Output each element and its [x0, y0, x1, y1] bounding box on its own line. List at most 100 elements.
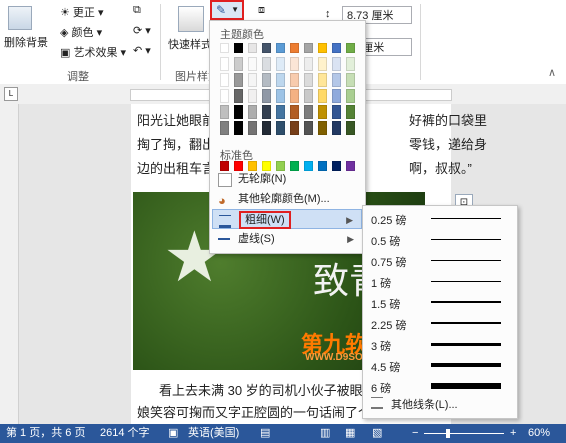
- color-swatch[interactable]: [276, 89, 285, 103]
- color-swatch[interactable]: [262, 43, 271, 53]
- color-swatch[interactable]: [248, 105, 257, 119]
- weight-option[interactable]: 0.5 磅: [363, 229, 517, 250]
- color-swatch[interactable]: [248, 89, 257, 103]
- web-layout-icon[interactable]: ▧: [372, 424, 382, 443]
- weight-option[interactable]: 3 磅: [363, 334, 517, 355]
- color-swatch[interactable]: [346, 43, 355, 53]
- change-picture-icon[interactable]: ⟳ ▾: [133, 24, 151, 37]
- color-swatch[interactable]: [290, 57, 299, 71]
- color-swatch[interactable]: [220, 43, 229, 53]
- weight-option[interactable]: 1.5 磅: [363, 292, 517, 313]
- zoom-in-button[interactable]: +: [510, 424, 516, 443]
- color-swatch[interactable]: [220, 73, 229, 87]
- zoom-level[interactable]: 60%: [528, 424, 550, 443]
- color-swatch[interactable]: [318, 73, 327, 87]
- color-swatch[interactable]: [318, 121, 327, 135]
- color-swatch[interactable]: [304, 57, 313, 71]
- color-swatch[interactable]: [234, 43, 243, 53]
- color-swatch[interactable]: [262, 57, 271, 71]
- weight-option[interactable]: 2.25 磅: [363, 313, 517, 334]
- artistic-effects-button[interactable]: ▣ 艺术效果 ▾: [60, 44, 126, 60]
- color-swatch[interactable]: [276, 57, 285, 71]
- color-swatch[interactable]: [346, 57, 355, 71]
- compress-pictures-icon[interactable]: ⧉: [133, 4, 141, 17]
- remove-background-button[interactable]: 删除背景: [4, 34, 48, 50]
- picture-border-button[interactable]: ✎ ▼: [210, 0, 244, 20]
- color-swatch[interactable]: [332, 105, 341, 119]
- theme-color-grid[interactable]: [220, 43, 360, 143]
- color-swatch[interactable]: [318, 43, 327, 53]
- color-swatch[interactable]: [276, 43, 285, 53]
- color-swatch[interactable]: [290, 105, 299, 119]
- vertical-ruler[interactable]: [0, 104, 19, 424]
- color-swatch[interactable]: [220, 57, 229, 71]
- color-swatch[interactable]: [332, 43, 341, 53]
- weight-option[interactable]: 4.5 磅: [363, 355, 517, 376]
- weight-option[interactable]: 1 磅: [363, 271, 517, 292]
- more-outline-colors-item[interactable]: ◕ 其他轮廓颜色(M)...: [212, 189, 362, 209]
- color-swatch[interactable]: [220, 89, 229, 103]
- color-swatch[interactable]: [346, 89, 355, 103]
- color-swatch[interactable]: [248, 121, 257, 135]
- dashes-item[interactable]: 虚线(S) ▶: [212, 229, 362, 249]
- color-swatch[interactable]: [262, 89, 271, 103]
- color-swatch[interactable]: [304, 89, 313, 103]
- color-swatch[interactable]: [220, 105, 229, 119]
- color-swatch[interactable]: [332, 57, 341, 71]
- color-swatch[interactable]: [234, 57, 243, 71]
- color-swatch[interactable]: [248, 73, 257, 87]
- color-swatch[interactable]: [276, 121, 285, 135]
- weight-option[interactable]: 0.75 磅: [363, 250, 517, 271]
- quick-styles-button[interactable]: 快速样式: [168, 36, 212, 52]
- position-icon[interactable]: ⧈: [258, 4, 265, 17]
- collapse-ribbon-icon[interactable]: ∧: [548, 66, 556, 79]
- color-swatch[interactable]: [220, 121, 229, 135]
- color-swatch[interactable]: [262, 105, 271, 119]
- zoom-out-button[interactable]: −: [412, 424, 418, 443]
- color-swatch[interactable]: [290, 43, 299, 53]
- proofing-icon[interactable]: ▣: [168, 424, 178, 443]
- color-swatch[interactable]: [290, 73, 299, 87]
- color-swatch[interactable]: [318, 57, 327, 71]
- color-swatch[interactable]: [318, 89, 327, 103]
- color-swatch[interactable]: [290, 89, 299, 103]
- color-swatch[interactable]: [290, 121, 299, 135]
- word-count[interactable]: 2614 个字: [100, 424, 150, 443]
- color-swatch[interactable]: [346, 73, 355, 87]
- color-swatch[interactable]: [248, 43, 257, 53]
- print-layout-icon[interactable]: ▦: [345, 424, 355, 443]
- color-swatch[interactable]: [332, 89, 341, 103]
- color-swatch[interactable]: [304, 105, 313, 119]
- color-swatch[interactable]: [332, 121, 341, 135]
- color-swatch[interactable]: [304, 43, 313, 53]
- color-swatch[interactable]: [276, 73, 285, 87]
- color-button[interactable]: ◈ 颜色 ▾: [60, 24, 102, 40]
- weight-option[interactable]: 6 磅: [363, 376, 517, 397]
- color-swatch[interactable]: [234, 89, 243, 103]
- color-swatch[interactable]: [304, 73, 313, 87]
- weight-item[interactable]: 粗细(W) ▶: [212, 209, 362, 229]
- tab-selector-icon[interactable]: L: [4, 87, 18, 101]
- weight-option[interactable]: 0.25 磅: [363, 208, 517, 229]
- color-swatch[interactable]: [262, 121, 271, 135]
- color-swatch[interactable]: [234, 105, 243, 119]
- color-swatch[interactable]: [276, 105, 285, 119]
- reset-picture-icon[interactable]: ↶ ▾: [133, 44, 151, 57]
- language-indicator[interactable]: 英语(美国): [188, 424, 239, 443]
- color-swatch[interactable]: [248, 57, 257, 71]
- color-swatch[interactable]: [346, 121, 355, 135]
- macro-icon[interactable]: ▤: [260, 424, 270, 443]
- zoom-slider-thumb[interactable]: [446, 429, 450, 438]
- quick-styles-icon[interactable]: [178, 6, 204, 32]
- color-swatch[interactable]: [234, 121, 243, 135]
- color-swatch[interactable]: [346, 105, 355, 119]
- zoom-slider[interactable]: [424, 433, 504, 434]
- color-swatch[interactable]: [262, 73, 271, 87]
- remove-background-icon[interactable]: [8, 6, 32, 30]
- page-count[interactable]: 第 1 页，共 6 页: [6, 424, 85, 443]
- read-mode-icon[interactable]: ▥: [320, 424, 330, 443]
- corrections-button[interactable]: ☀ 更正 ▾: [60, 4, 104, 20]
- color-swatch[interactable]: [332, 73, 341, 87]
- color-swatch[interactable]: [304, 121, 313, 135]
- no-outline-item[interactable]: 无轮廓(N): [212, 169, 362, 189]
